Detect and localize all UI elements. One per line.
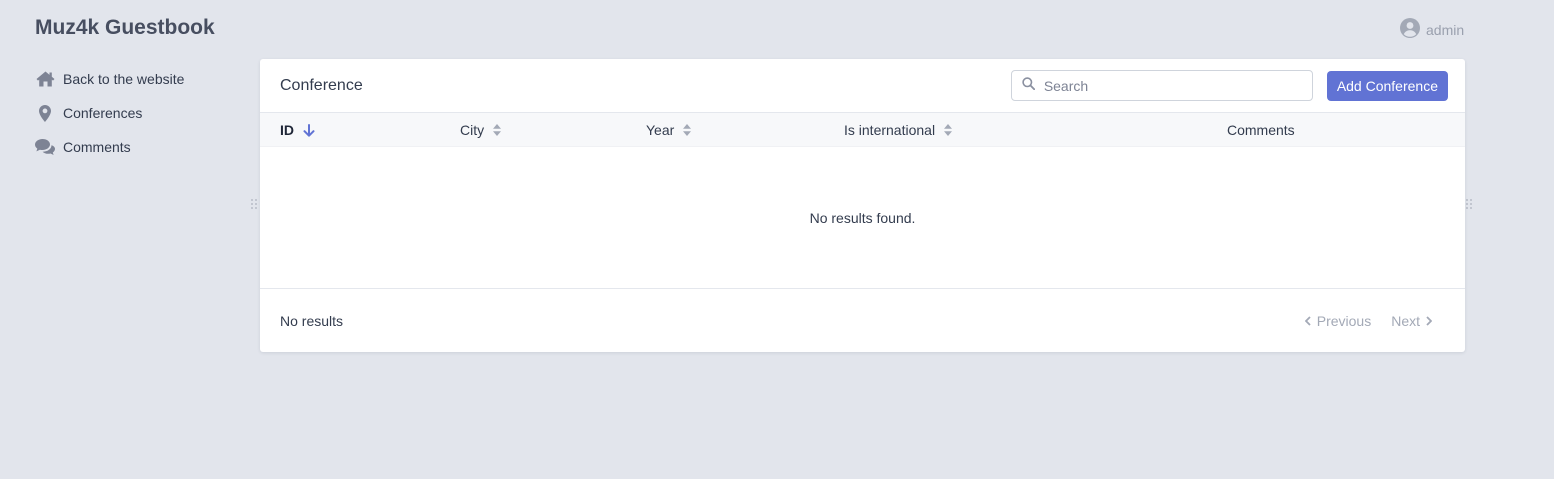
sidebar-item-back-to-website[interactable]: Back to the website [35,62,184,96]
chevron-left-icon [1304,316,1311,326]
content-header: Conference Add Conference [260,59,1465,113]
left-resize-handle[interactable] [251,199,259,211]
map-marker-icon [35,103,55,123]
user-circle-icon [1400,18,1420,41]
right-resize-handle[interactable] [1466,199,1474,211]
column-header-is-international[interactable]: Is international [844,113,953,147]
sort-desc-icon [303,123,315,137]
column-header-year[interactable]: Year [646,113,692,147]
column-header-city[interactable]: City [460,113,502,147]
sidebar-item-comments[interactable]: Comments [35,130,184,164]
previous-page-button[interactable]: Previous [1304,313,1372,329]
home-icon [35,69,55,89]
user-menu[interactable]: admin [1400,18,1464,41]
column-label: ID [280,122,294,138]
previous-label: Previous [1316,313,1372,329]
content-footer: No results Previous Next [260,288,1465,351]
column-header-comments: Comments [1227,113,1295,147]
sidebar-item-conferences[interactable]: Conferences [35,96,184,130]
user-name: admin [1426,21,1465,38]
search-icon [1022,76,1044,95]
sort-icon [683,124,692,136]
results-count: No results [280,313,344,329]
sidebar-item-label: Conferences [63,105,143,121]
column-label: City [460,122,485,138]
page-title: Conference [280,76,363,94]
column-label: Is international [844,122,936,138]
column-header-id[interactable]: ID [280,113,315,147]
sidebar: Back to the website Conferences Comments [35,62,184,164]
sort-icon [944,124,953,136]
search-input[interactable] [1043,77,1284,94]
app-title[interactable]: Muz4k Guestbook [35,16,215,40]
comments-icon [35,137,55,157]
next-page-button[interactable]: Next [1391,313,1432,329]
content-card: Conference Add Conference ID City Year [260,59,1465,352]
empty-results-message: No results found. [809,209,916,226]
search-field[interactable] [1010,70,1313,101]
column-label: Comments [1227,122,1295,138]
sidebar-item-label: Comments [63,139,131,155]
chevron-right-icon [1426,316,1432,326]
column-label: Year [646,122,675,138]
pagination: Previous Next [1304,313,1432,329]
sort-icon [493,124,502,136]
sidebar-item-label: Back to the website [63,71,185,87]
table-header: ID City Year Is international Comments [260,113,1465,147]
next-label: Next [1391,313,1420,329]
add-conference-button[interactable]: Add Conference [1326,70,1448,101]
